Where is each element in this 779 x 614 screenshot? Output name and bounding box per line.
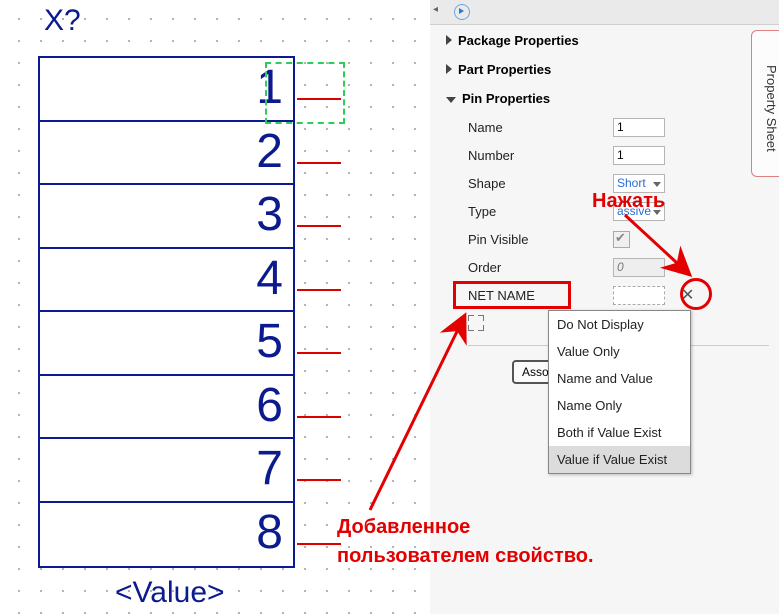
triangle-collapsed-icon	[446, 62, 452, 77]
pin-lead-2[interactable]	[297, 162, 341, 164]
annot-circle-dropdown	[680, 278, 712, 310]
pin-lead-7[interactable]	[297, 479, 341, 481]
pin-lead-4[interactable]	[297, 289, 341, 291]
annot-text-added-1: Добавленное	[337, 516, 470, 539]
triangle-collapsed-icon	[446, 33, 452, 48]
dd-item-both-if-value[interactable]: Both if Value Exist	[549, 419, 690, 446]
section-pin-properties[interactable]: Pin Properties	[442, 84, 779, 113]
pin-row-2[interactable]: 2	[40, 122, 293, 186]
section-package-properties[interactable]: Package Properties	[442, 26, 779, 55]
panel-collapse-icon[interactable]: ◂	[433, 5, 445, 17]
pin-lead-3[interactable]	[297, 225, 341, 227]
dd-item-value-if-value[interactable]: Value if Value Exist	[549, 446, 690, 473]
dd-item-name-and-value[interactable]: Name and Value	[549, 365, 690, 392]
value-placeholder[interactable]: <Value>	[115, 576, 225, 610]
pin-row-6[interactable]: 6	[40, 376, 293, 440]
pin-row-5[interactable]: 5	[40, 312, 293, 376]
input-netname[interactable]	[613, 286, 665, 305]
pin-lead-6[interactable]	[297, 416, 341, 418]
row-name: Name	[442, 113, 779, 141]
triangle-expanded-icon	[446, 91, 456, 106]
panel-top-strip: ◂	[430, 0, 779, 25]
row-pin-visible: Pin Visible	[442, 225, 779, 253]
input-number[interactable]	[613, 146, 665, 165]
pin-row-4[interactable]: 4	[40, 249, 293, 313]
input-name[interactable]	[613, 118, 665, 137]
selection-pin-1	[265, 62, 345, 124]
play-icon[interactable]	[454, 4, 470, 20]
row-order: Order	[442, 253, 779, 281]
checkbox-pin-visible[interactable]	[613, 231, 630, 248]
pin-lead-5[interactable]	[297, 352, 341, 354]
pin-row-1[interactable]: 1	[40, 58, 293, 122]
pin-row-7[interactable]: 7	[40, 439, 293, 503]
row-number: Number	[442, 141, 779, 169]
expand-icon[interactable]	[468, 315, 484, 331]
pin-row-8[interactable]: 8	[40, 503, 293, 567]
annot-text-press: Нажать	[592, 190, 665, 213]
pin-row-3[interactable]: 3	[40, 185, 293, 249]
dd-item-do-not-display[interactable]: Do Not Display	[549, 311, 690, 338]
dd-item-name-only[interactable]: Name Only	[549, 392, 690, 419]
section-part-properties[interactable]: Part Properties	[442, 55, 779, 84]
annot-text-added-2: пользователем свойство.	[337, 545, 594, 568]
dd-item-value-only[interactable]: Value Only	[549, 338, 690, 365]
pin-lead-8[interactable]	[297, 543, 341, 545]
component-body[interactable]: 1 2 3 4 5 6 7 8	[38, 56, 295, 568]
display-format-dropdown[interactable]: Do Not Display Value Only Name and Value…	[548, 310, 691, 474]
refdes-text[interactable]: X?	[44, 4, 81, 38]
input-order	[613, 258, 665, 277]
annot-box-netname	[453, 281, 571, 309]
